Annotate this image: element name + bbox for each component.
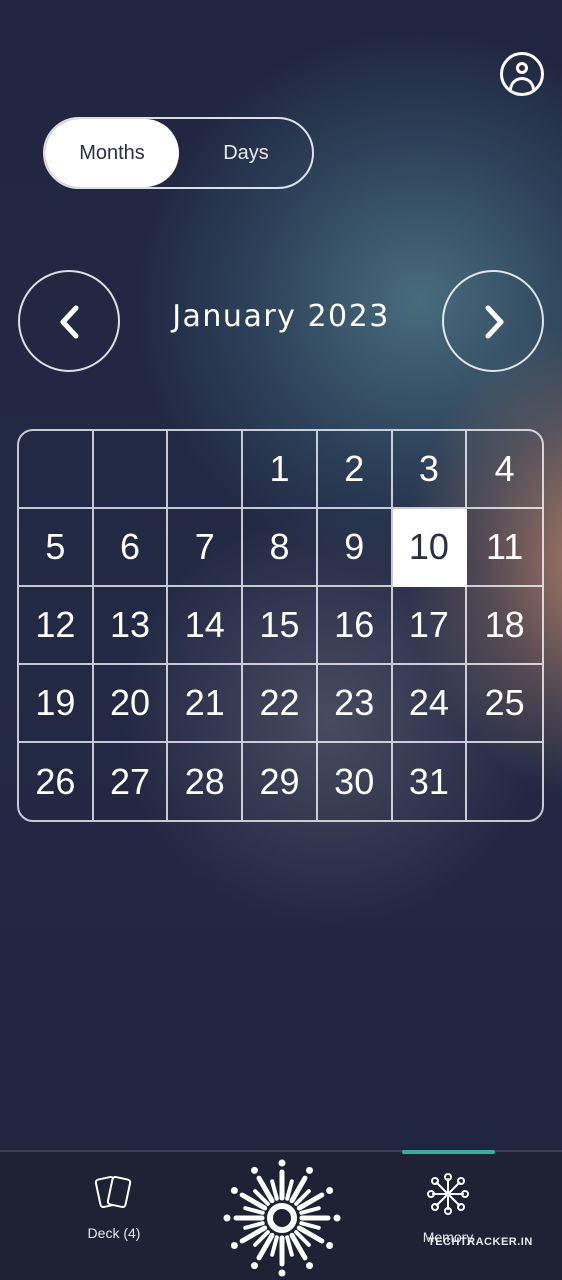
calendar-day-19[interactable]: 19 bbox=[19, 665, 94, 743]
calendar-day-16[interactable]: 16 bbox=[317, 587, 393, 665]
sun-ray bbox=[270, 1235, 279, 1257]
calendar-empty-cell bbox=[467, 743, 542, 820]
sun-dot bbox=[306, 1166, 313, 1174]
calendar-empty-cell bbox=[19, 431, 94, 509]
calendar-day-8[interactable]: 8 bbox=[243, 509, 318, 587]
toggle-days[interactable]: Days bbox=[179, 119, 313, 187]
next-month-button[interactable] bbox=[442, 270, 544, 372]
sun-dot bbox=[251, 1166, 258, 1174]
cards-icon bbox=[94, 1175, 132, 1209]
calendar-day-26[interactable]: 26 bbox=[19, 743, 94, 820]
calendar-day-4[interactable]: 4 bbox=[467, 431, 542, 509]
sun-burst-icon[interactable] bbox=[220, 1156, 344, 1280]
calendar-day-2[interactable]: 2 bbox=[317, 431, 393, 509]
profile-head bbox=[516, 62, 528, 74]
active-tab-indicator bbox=[402, 1150, 495, 1154]
sun-dot bbox=[278, 1269, 286, 1277]
sun-dot bbox=[251, 1262, 258, 1270]
sun-dot bbox=[223, 1214, 231, 1222]
sun-dot bbox=[333, 1214, 341, 1222]
calendar-grid: 1 2 3 4 5 6 7 8 9 10 11 12 13 14 15 16 17 18 19 20 21 22 23 24 2… bbox=[17, 429, 544, 822]
calendar-day-14[interactable]: 14 bbox=[168, 587, 244, 665]
calendar-day-21[interactable]: 21 bbox=[168, 665, 244, 743]
calendar-day-12[interactable]: 12 bbox=[19, 587, 94, 665]
calendar-day-11[interactable]: 11 bbox=[467, 509, 542, 587]
calendar-day-1[interactable]: 1 bbox=[243, 431, 318, 509]
sun-dot bbox=[306, 1262, 313, 1270]
chevron-right-icon bbox=[485, 305, 504, 339]
sun-ray bbox=[299, 1206, 321, 1215]
calendar-day-31[interactable]: 31 bbox=[393, 743, 468, 820]
calendar-day-20[interactable]: 20 bbox=[93, 665, 169, 743]
calendar-day-25[interactable]: 25 bbox=[467, 665, 542, 743]
watermark-text: TECHTRACKER.IN bbox=[428, 1236, 533, 1248]
calendar-day-30[interactable]: 30 bbox=[318, 743, 393, 820]
tab-memory[interactable]: Memory bbox=[388, 1172, 508, 1245]
sun-ray bbox=[243, 1221, 265, 1230]
sun-ray bbox=[270, 1179, 279, 1201]
toggle-months[interactable]: Months bbox=[45, 119, 179, 187]
calendar-day-3[interactable]: 3 bbox=[392, 431, 468, 509]
calendar-day-23[interactable]: 23 bbox=[317, 665, 393, 743]
calendar-empty-cell bbox=[168, 431, 244, 509]
user-circle-icon[interactable] bbox=[500, 52, 544, 96]
calendar-day-27[interactable]: 27 bbox=[94, 743, 169, 820]
calendar-empty-cell bbox=[93, 431, 169, 509]
calendar-day-15[interactable]: 15 bbox=[243, 587, 318, 665]
calendar-day-5[interactable]: 5 bbox=[19, 509, 94, 587]
calendar-day-18[interactable]: 18 bbox=[467, 587, 542, 665]
sun-ray bbox=[243, 1206, 265, 1215]
prev-month-button[interactable] bbox=[18, 270, 120, 372]
sun-ray bbox=[285, 1179, 294, 1201]
profile-shoulders bbox=[509, 77, 535, 91]
calendar-day-6[interactable]: 6 bbox=[93, 509, 169, 587]
bottom-tab-bar: Deck (4) Memory TECHTRACKER.IN bbox=[0, 1150, 562, 1280]
sun-ray bbox=[299, 1221, 321, 1230]
sun-dot bbox=[230, 1242, 238, 1249]
sun-dot bbox=[326, 1242, 334, 1249]
calendar-day-28[interactable]: 28 bbox=[168, 743, 244, 820]
calendar-day-29[interactable]: 29 bbox=[243, 743, 318, 820]
tab-deck[interactable]: Deck (4) bbox=[54, 1172, 174, 1241]
sun-dot bbox=[278, 1159, 286, 1167]
calendar-day-7[interactable]: 7 bbox=[168, 509, 244, 587]
chevron-left-icon bbox=[60, 305, 79, 339]
tab-deck-label: Deck (4) bbox=[87, 1225, 141, 1241]
calendar-day-9[interactable]: 9 bbox=[317, 509, 393, 587]
calendar-day-13[interactable]: 13 bbox=[93, 587, 169, 665]
sun-dot bbox=[326, 1187, 334, 1194]
network-node-icon bbox=[427, 1173, 469, 1215]
month-title: January 2023 bbox=[172, 299, 390, 334]
calendar-day-22[interactable]: 22 bbox=[243, 665, 318, 743]
view-toggle: Months Days bbox=[43, 117, 314, 189]
calendar-day-24[interactable]: 24 bbox=[392, 665, 468, 743]
calendar-day-17[interactable]: 17 bbox=[392, 587, 468, 665]
sun-ray bbox=[285, 1235, 294, 1257]
calendar-day-10[interactable]: 10 bbox=[392, 509, 468, 587]
sun-dot bbox=[230, 1187, 238, 1194]
